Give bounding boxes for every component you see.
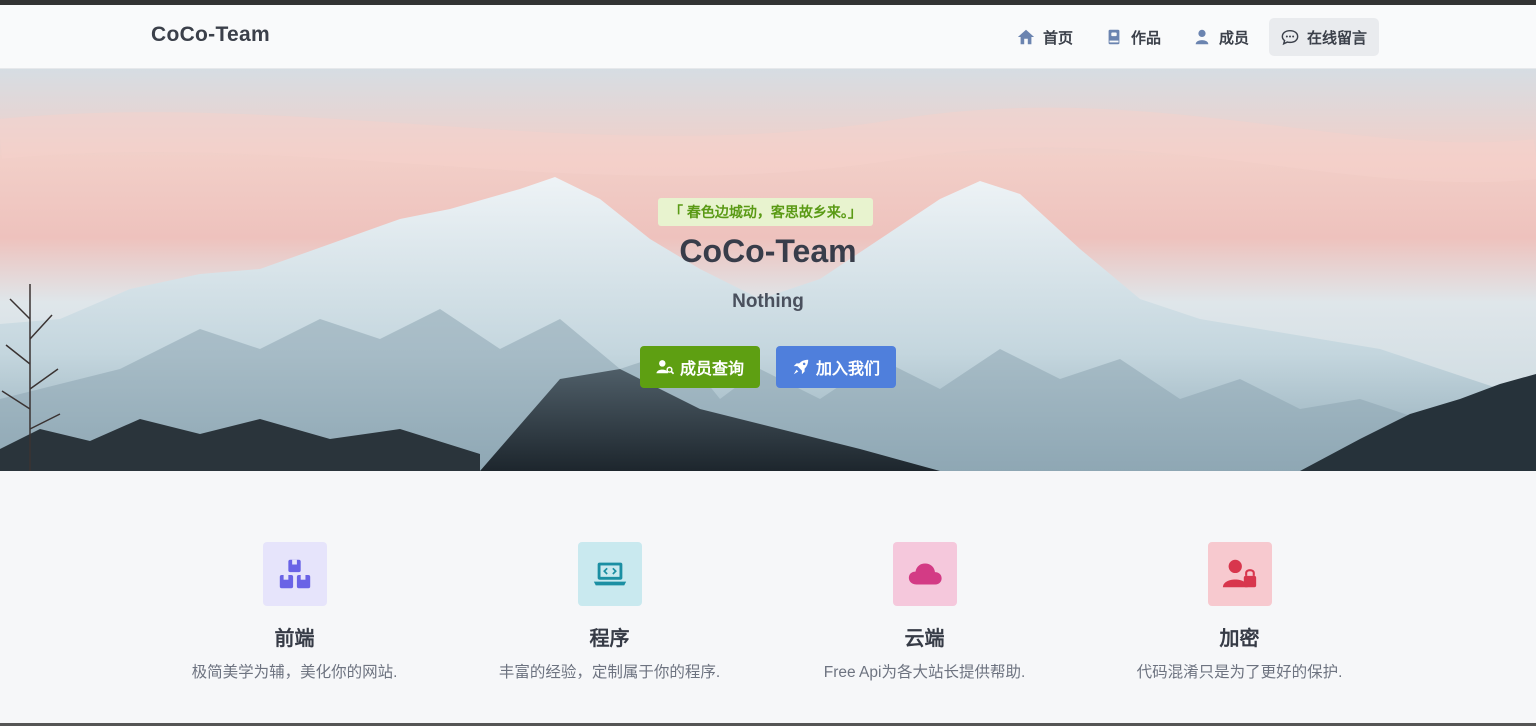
- home-icon: [1017, 29, 1035, 45]
- cloud-icon: [908, 563, 942, 585]
- feature-title: 加密: [1219, 628, 1260, 650]
- brand-logo[interactable]: CoCo-Team: [151, 23, 270, 47]
- book-icon: [1108, 29, 1120, 45]
- feature-card-program: 程序 丰富的经验，定制属于你的程序.: [452, 542, 767, 682]
- rocket-icon: [793, 359, 809, 375]
- hero-quote-badge: 「 春色边城动，客思故乡来。」: [658, 198, 873, 226]
- user-icon: [1195, 29, 1209, 45]
- hero-title: CoCo-Team: [679, 233, 857, 269]
- nav-item-label: 作品: [1130, 29, 1161, 47]
- nav-item-label: 成员: [1218, 29, 1249, 47]
- feature-description: 丰富的经验，定制属于你的程序.: [498, 664, 721, 681]
- user-search-icon: [656, 360, 674, 375]
- hero-banner: 「 春色边城动，客思故乡来。」 CoCo-Team Nothing 成员查询 加…: [0, 69, 1536, 471]
- member-search-button[interactable]: 成员查询: [640, 346, 761, 388]
- features-section: 前端 极简美学为辅，美化你的网站. 程序 丰富的经验，定制属于你的程序. 云端 …: [0, 471, 1536, 724]
- nav-item-label: 首页: [1042, 29, 1073, 47]
- feature-description: Free Api为各大站长提供帮助.: [823, 664, 1026, 681]
- feature-title: 程序: [589, 628, 630, 650]
- feature-title: 前端: [274, 628, 315, 650]
- chat-icon: [1281, 29, 1299, 46]
- feature-description: 极简美学为辅，美化你的网站.: [191, 664, 398, 681]
- feature-icon-box: [262, 542, 327, 606]
- nav-item-members[interactable]: 成员: [1181, 18, 1261, 56]
- feature-description: 代码混淆只是为了更好的保护.: [1136, 664, 1343, 681]
- main-nav: 首页 作品 成员 在线留言: [1005, 18, 1379, 56]
- nav-item-label: 在线留言: [1306, 29, 1367, 47]
- laptop-code-icon: [593, 562, 626, 586]
- feature-title: 云端: [904, 628, 945, 650]
- feature-icon-box: [892, 542, 957, 606]
- feature-card-cloud: 云端 Free Api为各大站长提供帮助.: [767, 542, 1082, 682]
- hero-content: 「 春色边城动，客思故乡来。」 CoCo-Team Nothing 成员查询 加…: [0, 69, 1536, 471]
- nav-item-home[interactable]: 首页: [1005, 18, 1085, 56]
- user-lock-icon: [1222, 559, 1256, 588]
- member-search-label: 成员查询: [680, 361, 745, 378]
- nav-item-works[interactable]: 作品: [1093, 18, 1173, 56]
- nav-item-message[interactable]: 在线留言: [1268, 18, 1379, 56]
- join-us-button[interactable]: 加入我们: [776, 346, 897, 388]
- feature-icon-box: [1207, 542, 1272, 606]
- boxes-icon: [279, 559, 310, 589]
- hero-subtitle: Nothing: [732, 291, 804, 312]
- navbar: CoCo-Team 首页 作品 成员 在线留言: [0, 5, 1536, 69]
- feature-icon-box: [577, 542, 642, 606]
- join-us-label: 加入我们: [816, 361, 881, 378]
- feature-card-frontend: 前端 极简美学为辅，美化你的网站.: [137, 542, 452, 682]
- feature-card-encryption: 加密 代码混淆只是为了更好的保护.: [1082, 542, 1397, 682]
